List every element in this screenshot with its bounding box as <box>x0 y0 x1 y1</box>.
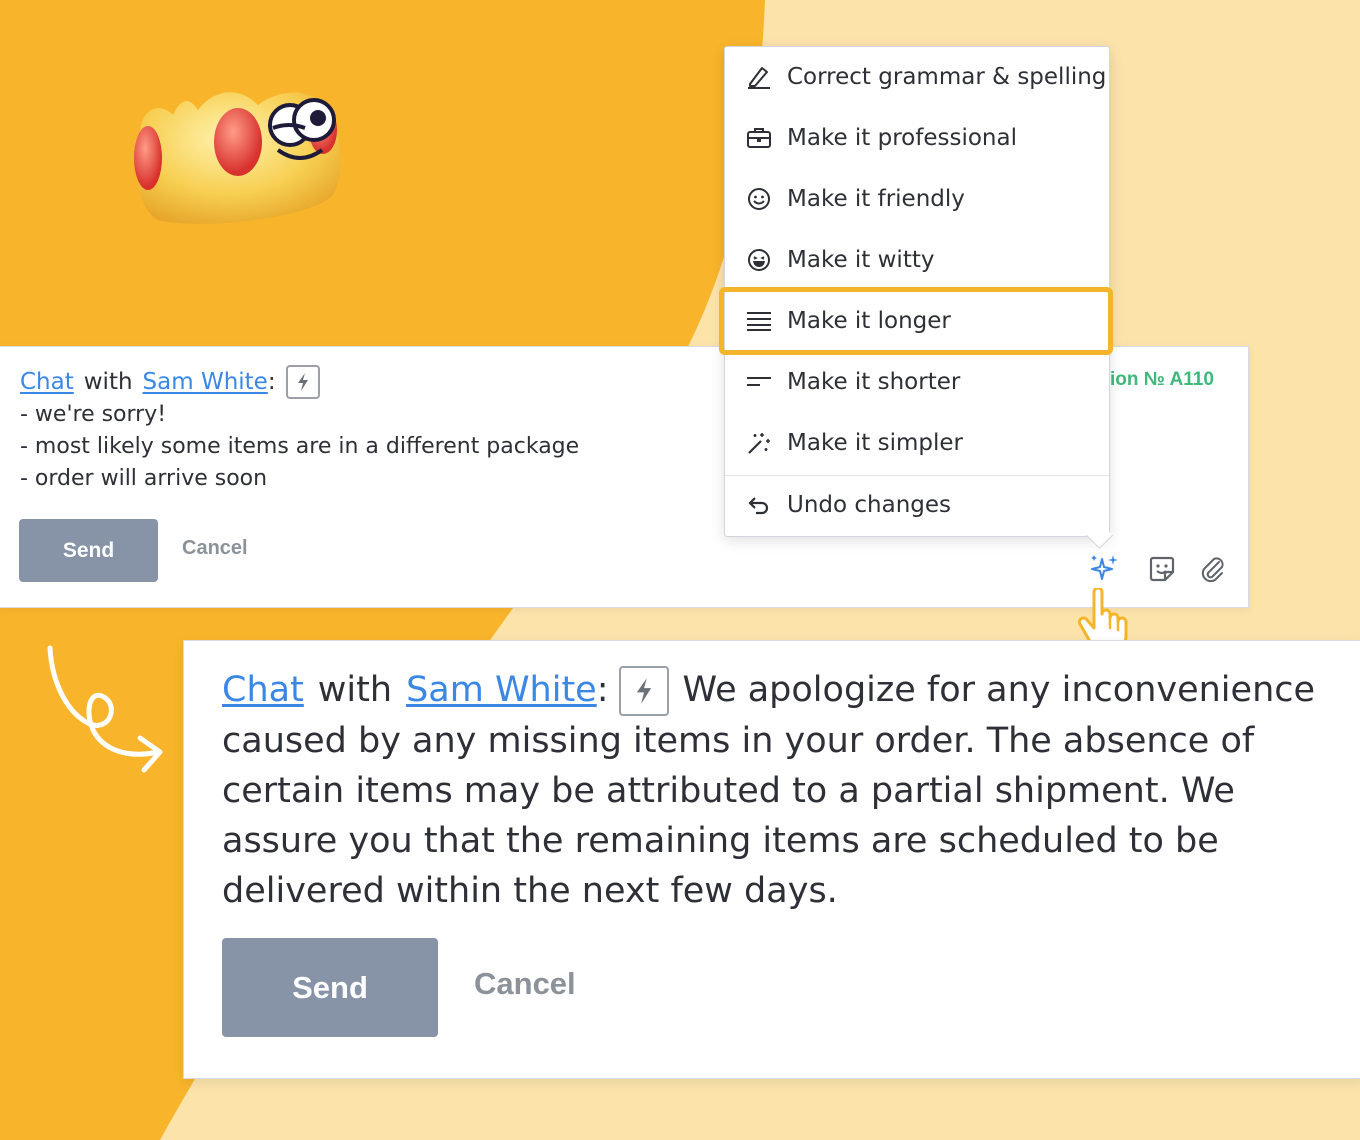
chat-link[interactable]: Chat <box>222 670 304 710</box>
briefcase-icon <box>745 124 773 152</box>
pencil-icon <box>745 63 773 91</box>
curved-arrow-icon <box>47 645 163 773</box>
grin-icon <box>745 246 773 274</box>
ai-rewrite-menu: Correct grammar & spelling Make it profe… <box>724 46 1110 537</box>
cancel-button[interactable]: Cancel <box>474 966 576 1002</box>
menu-item-label: Make it professional <box>787 125 1017 151</box>
menu-item-undo[interactable]: Undo changes <box>725 475 1109 535</box>
menu-item-professional[interactable]: Make it professional <box>725 108 1109 168</box>
magic-wand-icon <box>745 429 773 457</box>
order-reference: ion № A110 <box>1110 369 1214 390</box>
paperclip-icon[interactable] <box>1196 553 1228 585</box>
menu-item-correct-grammar[interactable]: Correct grammar & spelling <box>725 47 1109 107</box>
lines-long-icon <box>745 307 773 335</box>
menu-item-label: Make it shorter <box>787 369 961 395</box>
draft-line: - we're sorry! <box>20 402 167 427</box>
menu-item-label: Make it witty <box>787 247 935 273</box>
smile-icon <box>745 185 773 213</box>
menu-item-witty[interactable]: Make it witty <box>725 230 1109 290</box>
lines-short-icon <box>745 368 773 396</box>
menu-item-label: Make it longer <box>787 308 951 334</box>
lightning-icon[interactable] <box>618 666 669 716</box>
menu-item-simpler[interactable]: Make it simpler <box>725 413 1109 473</box>
menu-item-label: Make it simpler <box>787 430 963 456</box>
menu-item-shorter[interactable]: Make it shorter <box>725 352 1109 412</box>
with-text: with <box>83 369 133 395</box>
chat-link[interactable]: Chat <box>20 369 74 395</box>
crown-mascot-illustration <box>134 92 341 224</box>
undo-icon <box>745 491 773 519</box>
send-button[interactable]: Send <box>222 938 438 1037</box>
menu-item-label: Undo changes <box>787 492 952 518</box>
contact-link[interactable]: Sam White <box>143 369 268 395</box>
sticker-icon[interactable] <box>1146 553 1178 585</box>
cancel-button[interactable]: Cancel <box>182 537 248 560</box>
sparkle-icon[interactable] <box>1088 553 1120 585</box>
composer-message[interactable]: Chat with Sam White: We apologize for any i… <box>222 665 1352 916</box>
colon-text: : <box>596 670 609 710</box>
menu-item-longer[interactable]: Make it longer <box>725 291 1109 351</box>
contact-link[interactable]: Sam White <box>406 670 597 710</box>
lightning-icon[interactable] <box>285 365 320 399</box>
draft-line: - most likely some items are in a differ… <box>20 434 580 459</box>
draft-message[interactable]: - we're sorry! - most likely some items … <box>20 399 579 495</box>
composer-header: Chat with Sam White: <box>20 365 320 399</box>
send-button[interactable]: Send <box>19 519 158 582</box>
menu-item-label: Make it friendly <box>787 186 965 212</box>
message-composer-large: Chat with Sam White: We apologize for any i… <box>183 640 1360 1079</box>
menu-item-friendly[interactable]: Make it friendly <box>725 169 1109 229</box>
with-text: with <box>317 670 393 710</box>
menu-item-label: Correct grammar & spelling <box>787 64 1107 90</box>
draft-line: - order will arrive soon <box>20 466 268 491</box>
colon-text: : <box>267 369 276 395</box>
